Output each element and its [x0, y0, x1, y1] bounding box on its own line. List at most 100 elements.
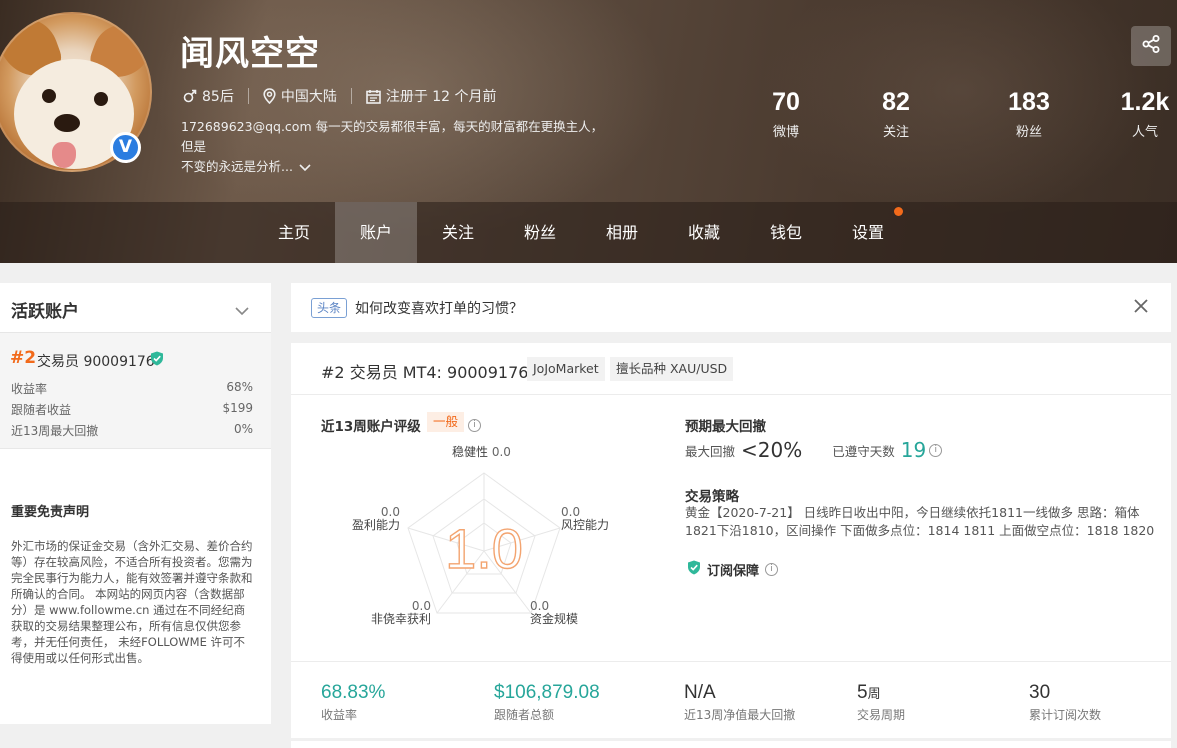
panel-title: 活跃账户 — [11, 302, 79, 322]
stat-popularity[interactable]: 1.2k 人气 — [1100, 88, 1177, 140]
rating-badge: 一般 — [427, 412, 465, 432]
disclaimer-body: 外汇市场的保证金交易（含外汇交易、差价合约等）存在较高风险，不适合所有投资者。您… — [11, 539, 253, 665]
summary-row: 收益率 68% — [11, 380, 253, 397]
radar-label-risk: 0.0 风控能力 — [561, 505, 610, 532]
account-rank: #2 — [10, 348, 37, 368]
headline-link[interactable]: 如何改变喜欢打单的习惯？ — [355, 298, 523, 318]
row-label: 近13周最大回撤 — [11, 424, 99, 438]
tab-favorites[interactable]: 收藏 — [663, 202, 745, 263]
subscription-guarantee[interactable]: 订阅保障 i — [687, 560, 779, 579]
tab-fans[interactable]: 粉丝 — [499, 202, 581, 263]
location-text: 中国大陆 — [280, 89, 337, 105]
row-label: 收益率 — [11, 382, 48, 396]
stat-label: 关注 — [882, 125, 909, 140]
metric-label: 近13周净值最大回撤 — [684, 708, 796, 722]
tab-album[interactable]: 相册 — [581, 202, 663, 263]
info-icon[interactable]: i — [765, 563, 779, 576]
info-icon[interactable]: i — [929, 443, 943, 457]
share-icon — [1141, 34, 1161, 58]
registered-text: 注册于 12 个月前 — [385, 89, 497, 105]
row-label: 跟随者收益 — [11, 403, 72, 417]
metric-value: $106,879.08 — [494, 682, 600, 703]
account-summary[interactable]: #2 交易员 90009176 收益率 68% 跟随者收益 $199 近13周最… — [0, 333, 271, 449]
radar-label-stability: 稳健性 0.0 — [452, 445, 511, 459]
metric-label: 跟随者总额 — [494, 708, 555, 722]
metrics-bar: 68.83% 收益率 $106,879.08 跟随者总额 N/A 近13周净值最… — [291, 661, 1171, 738]
rating-title: 近13周账户评级 — [321, 419, 421, 435]
stat-value: 1.2k — [1120, 88, 1170, 116]
disclaimer-title: 重要免责声明 — [11, 505, 90, 520]
row-value: 68% — [226, 380, 253, 394]
stat-value: 70 — [772, 88, 800, 116]
age-group: 85后 — [202, 89, 234, 105]
shield-check-icon — [687, 560, 701, 579]
metric-subscriptions: 30 累计订阅次数 — [1029, 682, 1101, 723]
account-title: 交易员 90009176 — [37, 354, 155, 370]
metric-label: 交易周期 — [857, 708, 906, 722]
max-drawdown-label: 最大回撤 — [685, 443, 736, 459]
calendar-icon — [366, 89, 381, 104]
days-label: 已遵守天数 — [832, 443, 895, 459]
male-icon — [183, 89, 197, 103]
bio-line-1: 172689623@qq.com 每一天的交易都很丰富，每天的财富都在更换主人，… — [181, 119, 604, 154]
radar-label-scale: 0.0 资金规模 — [530, 599, 579, 626]
max-drawdown-value: <20% — [741, 438, 803, 462]
card-rank: #2 — [321, 363, 345, 382]
info-icon[interactable]: i — [468, 419, 481, 432]
stat-label: 粉丝 — [1015, 125, 1042, 140]
stat-value: 183 — [1008, 88, 1050, 116]
metric-unit: 周 — [867, 686, 881, 701]
active-accounts-panel: 活跃账户 #2 交易员 90009176 收益率 68% 跟随者收益 $199 … — [0, 283, 271, 724]
summary-row: 近13周最大回撤 0% — [11, 422, 253, 439]
bio-line-2: 不变的永远是分析... — [181, 159, 293, 174]
registered: 注册于 12 个月前 — [366, 86, 497, 106]
account-card: #2 交易员 MT4: 90009176 JoJoMarket 擅长品种 XAU… — [291, 343, 1171, 738]
broker-tag: JoJoMarket — [527, 357, 605, 381]
days-value: 19 — [900, 438, 927, 462]
drawdown-title: 预期最大回撤 — [685, 419, 766, 435]
profile-meta: 85后 中国大陆 注册于 12 个月前 — [183, 86, 497, 106]
tab-wallet[interactable]: 钱包 — [745, 202, 827, 263]
metric-follower-total: $106,879.08 跟随者总额 — [494, 682, 600, 723]
notification-dot — [894, 207, 903, 216]
profile-stats: 70 微博 82 关注 183 粉丝 1.2k 人气 — [740, 88, 1177, 148]
card-account-title: 交易员 MT4: 90009176 — [349, 363, 529, 382]
stat-following[interactable]: 82 关注 — [851, 88, 941, 140]
panel-header[interactable]: 活跃账户 — [0, 283, 271, 333]
strategy-text: 黄金【2020-7-21】 日线昨日收出中阳，今日继续依托1811一线做多 思路… — [685, 505, 1155, 538]
specialty-tag: 擅长品种 XAU/USD — [610, 357, 734, 381]
disclaimer: 重要免责声明 外汇市场的保证金交易（含外汇交易、差价合约等）存在较高风险，不适合… — [11, 501, 256, 666]
next-card-edge — [291, 741, 1171, 748]
close-icon[interactable] — [1133, 298, 1149, 318]
card-header: #2 交易员 MT4: 90009176 JoJoMarket 擅长品种 XAU… — [291, 343, 1171, 395]
profile-nav: 主页 账户 关注 粉丝 相册 收藏 钱包 设置 — [0, 202, 1177, 263]
metric-label: 累计订阅次数 — [1029, 708, 1102, 722]
metric-return: 68.83% 收益率 — [321, 682, 385, 723]
verified-shield-icon — [150, 351, 164, 370]
tab-home[interactable]: 主页 — [253, 202, 335, 263]
metric-value: N/A — [684, 682, 716, 703]
tab-account[interactable]: 账户 — [335, 202, 417, 263]
metric-value: 5 — [857, 682, 868, 703]
card-title: #2 交易员 MT4: 90009176 — [321, 359, 528, 383]
metric-max-drawdown: N/A 近13周净值最大回撤 — [684, 682, 795, 723]
row-value: $199 — [222, 401, 253, 415]
stat-fans[interactable]: 183 粉丝 — [984, 88, 1074, 140]
chevron-down-icon[interactable] — [235, 301, 249, 320]
radar-label-nonluck: 0.0 非侥幸获利 — [371, 599, 432, 626]
metric-value: 30 — [1029, 682, 1051, 703]
strategy-title: 交易策略 — [685, 489, 739, 505]
stat-label: 微博 — [772, 125, 799, 140]
stat-value: 82 — [882, 88, 910, 116]
expand-bio-chevron-icon[interactable] — [299, 158, 311, 178]
metric-label: 收益率 — [321, 708, 358, 722]
guarantee-label: 订阅保障 — [707, 564, 760, 579]
share-button[interactable] — [1131, 26, 1171, 66]
row-value: 0% — [233, 422, 253, 436]
verified-badge-icon: V — [110, 132, 141, 163]
headline-notice: 头条 如何改变喜欢打单的习惯？ — [291, 283, 1171, 332]
profile-name: 闻风空空 — [180, 34, 320, 74]
tab-following[interactable]: 关注 — [417, 202, 499, 263]
metric-trade-period: 5周 交易周期 — [857, 682, 905, 723]
stat-weibo[interactable]: 70 微博 — [741, 88, 831, 140]
